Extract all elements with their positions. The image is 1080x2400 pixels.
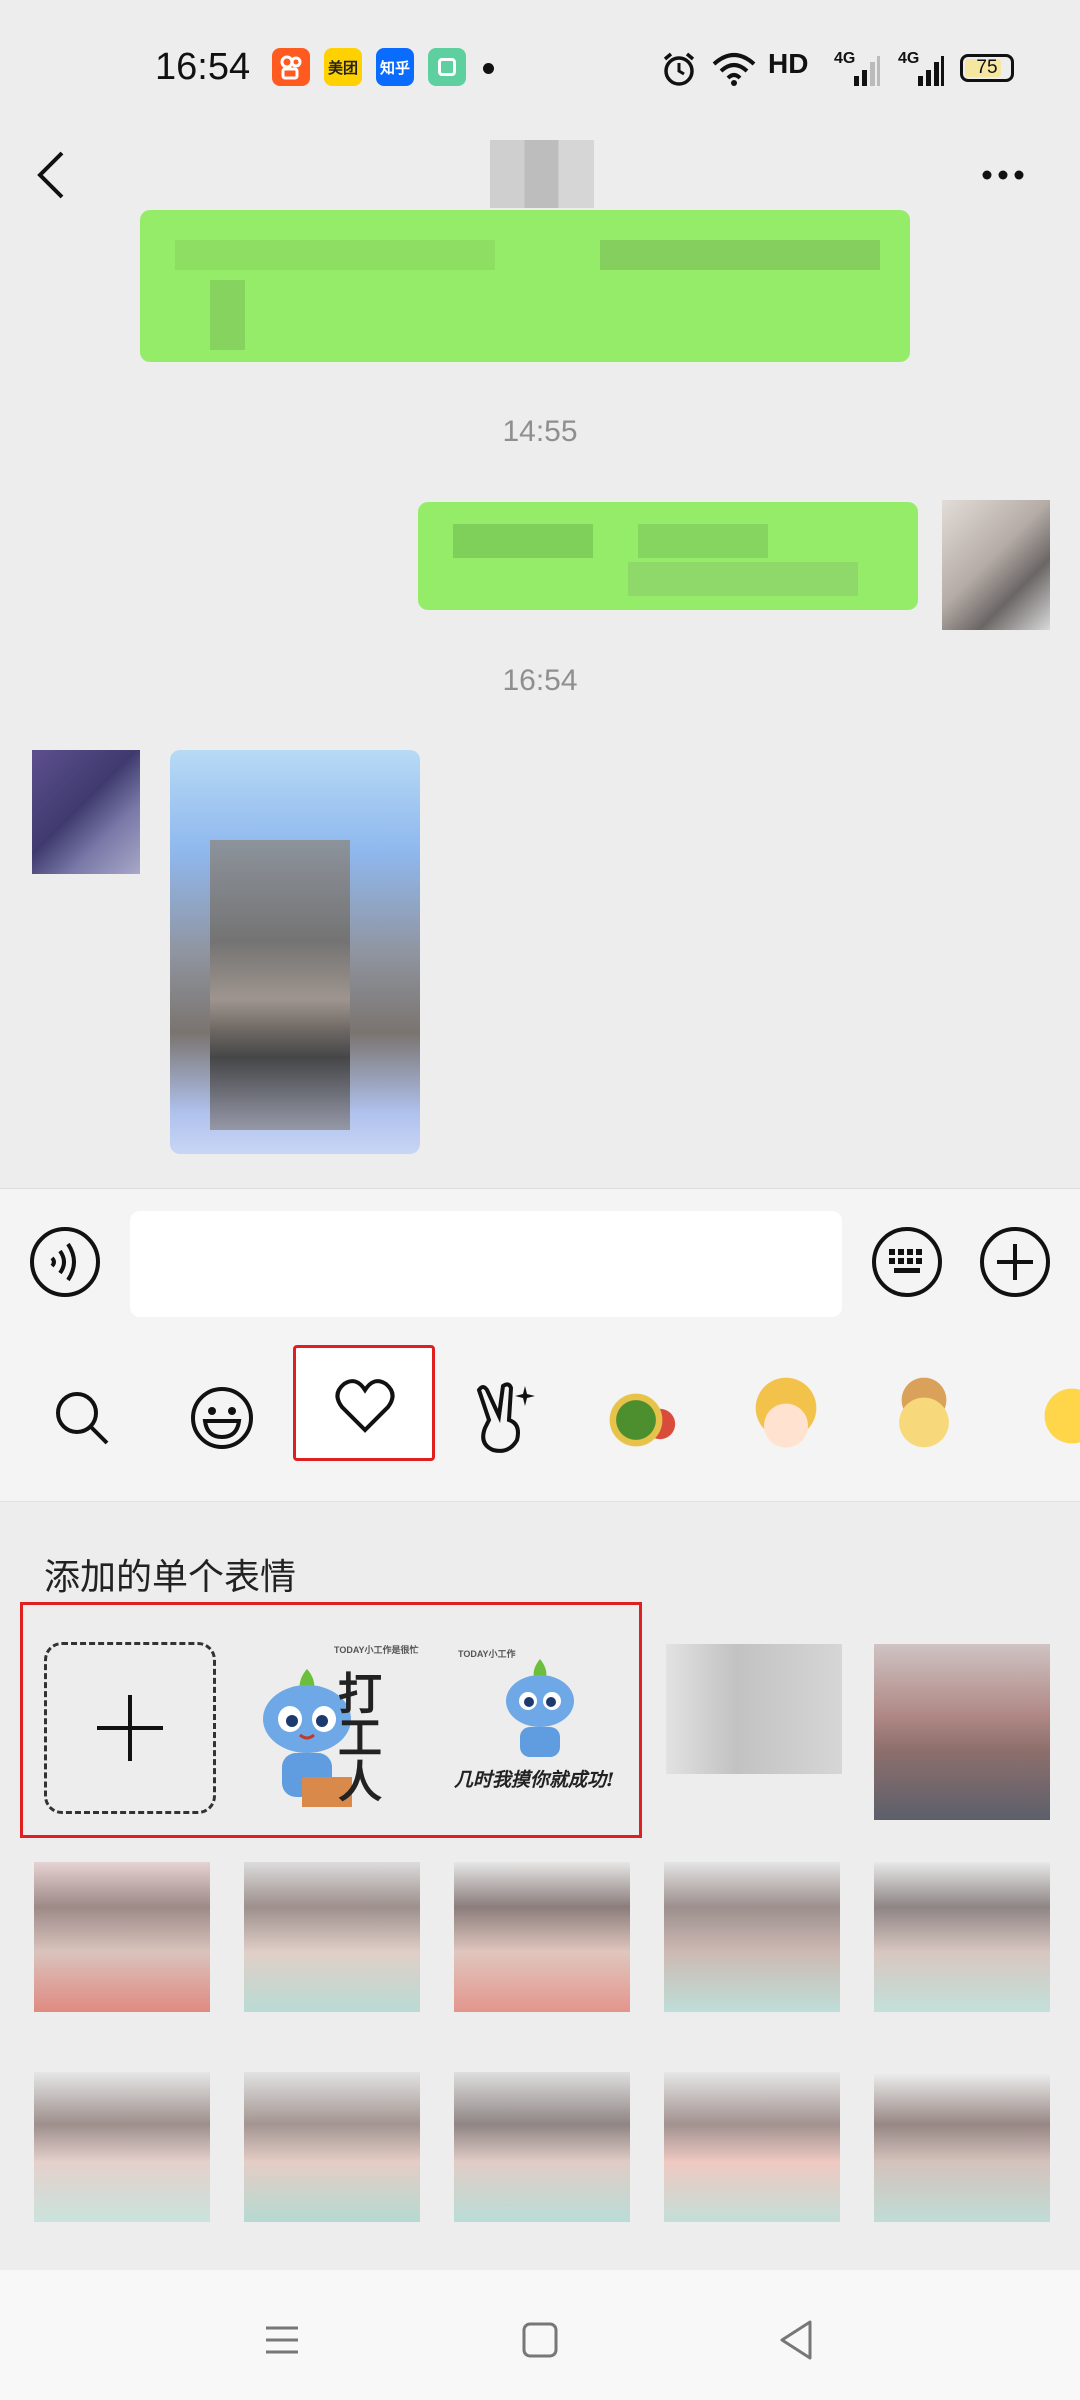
message-bubble-outgoing-redacted[interactable] [418,502,918,610]
system-nav-bar [0,2270,1080,2400]
gesture-sticker-tab[interactable] [464,1378,544,1458]
contact-avatar-redacted[interactable] [32,750,140,874]
timestamp-1: 14:55 [502,415,578,448]
battery-icon: 75 [960,54,1014,82]
search-icon [56,1392,109,1445]
sticker-redacted[interactable] [454,2072,630,2222]
sticker-mascot-2[interactable]: TODAY小工作 几时我摸你就成功! [450,1637,630,1817]
status-bar: 16:54 美团 知乎 HD 4G 4G 75 [0,0,1080,136]
hd-label: HD [768,48,809,79]
sticker-redacted[interactable] [874,2072,1050,2222]
status-time: 16:54 [155,46,251,88]
wifi-icon [712,53,756,86]
sticker-redacted[interactable] [664,2072,840,2222]
signal-1-icon [854,56,880,86]
message-input[interactable] [130,1211,842,1317]
back-nav-icon[interactable] [766,2310,826,2370]
yellow-face-tab[interactable] [1032,1376,1080,1456]
zhihu-icon: 知乎 [376,48,414,86]
voice-input-icon[interactable] [28,1225,102,1299]
timestamp-2: 16:54 [502,664,578,697]
bear-sticker-tab[interactable] [884,1376,964,1456]
notification-dot [483,63,494,74]
emoji-tab[interactable] [182,1378,262,1458]
alarm-icon [663,52,695,86]
home-nav-icon[interactable] [510,2310,570,2370]
sticker-redacted[interactable] [34,2072,210,2222]
sticker-dagongren[interactable]: 打工人 TODAY小工作是很忙 [246,1637,426,1817]
sticker-redacted[interactable] [666,1644,842,1774]
message-bubble-incoming-redacted[interactable] [140,210,910,362]
victory-hand-icon [476,1382,535,1453]
chat-title-redacted [490,140,594,208]
plus-more-icon[interactable] [978,1225,1052,1299]
sticker-redacted[interactable] [874,1644,1050,1820]
section-title: 添加的单个表情 [44,1556,297,1597]
sticker-1-text: 打工人 [338,1669,382,1808]
search-tab[interactable] [42,1378,122,1458]
input-bar [0,1188,1080,1330]
emoji-tab-bar [0,1330,1080,1502]
battery-level: 75 [976,57,998,78]
mascot-icon [506,1659,574,1757]
more-options-icon[interactable] [975,160,1035,190]
sticker-2-text: 几时我摸你就成功! [454,1769,615,1791]
green-app-icon [428,48,466,86]
back-icon[interactable] [28,145,78,205]
sticker-panel: 添加的单个表情 打工人 TODAY小工作是很忙 TODAY小工作 几时我摸你就成… [0,1502,1080,2270]
favorites-tab[interactable] [293,1345,435,1461]
my-avatar-redacted[interactable] [942,500,1050,630]
sticker-redacted[interactable] [874,1862,1050,2012]
sticker-redacted[interactable] [454,1862,630,2012]
sticker-redacted[interactable] [664,1862,840,2012]
add-sticker-button[interactable] [44,1642,216,1814]
meituan-icon: 美团 [324,48,362,86]
plus-icon [97,1695,163,1761]
smiley-icon [191,1387,253,1449]
girl-sticker-tab[interactable] [746,1376,826,1456]
sticker-1-small-text: TODAY小工作是很忙 [334,1645,419,1655]
sticker-redacted[interactable] [244,1862,420,2012]
sticker-redacted[interactable] [34,1862,210,2012]
heart-icon [335,1379,395,1433]
keyboard-icon[interactable] [870,1225,944,1299]
sticker-redacted[interactable] [244,2072,420,2222]
signal-2-icon [918,56,944,86]
christmas-sticker-tab[interactable] [604,1376,684,1456]
menu-nav-icon[interactable] [252,2310,312,2370]
image-message-redacted[interactable] [170,750,420,1154]
kuaishou-icon [272,48,310,86]
